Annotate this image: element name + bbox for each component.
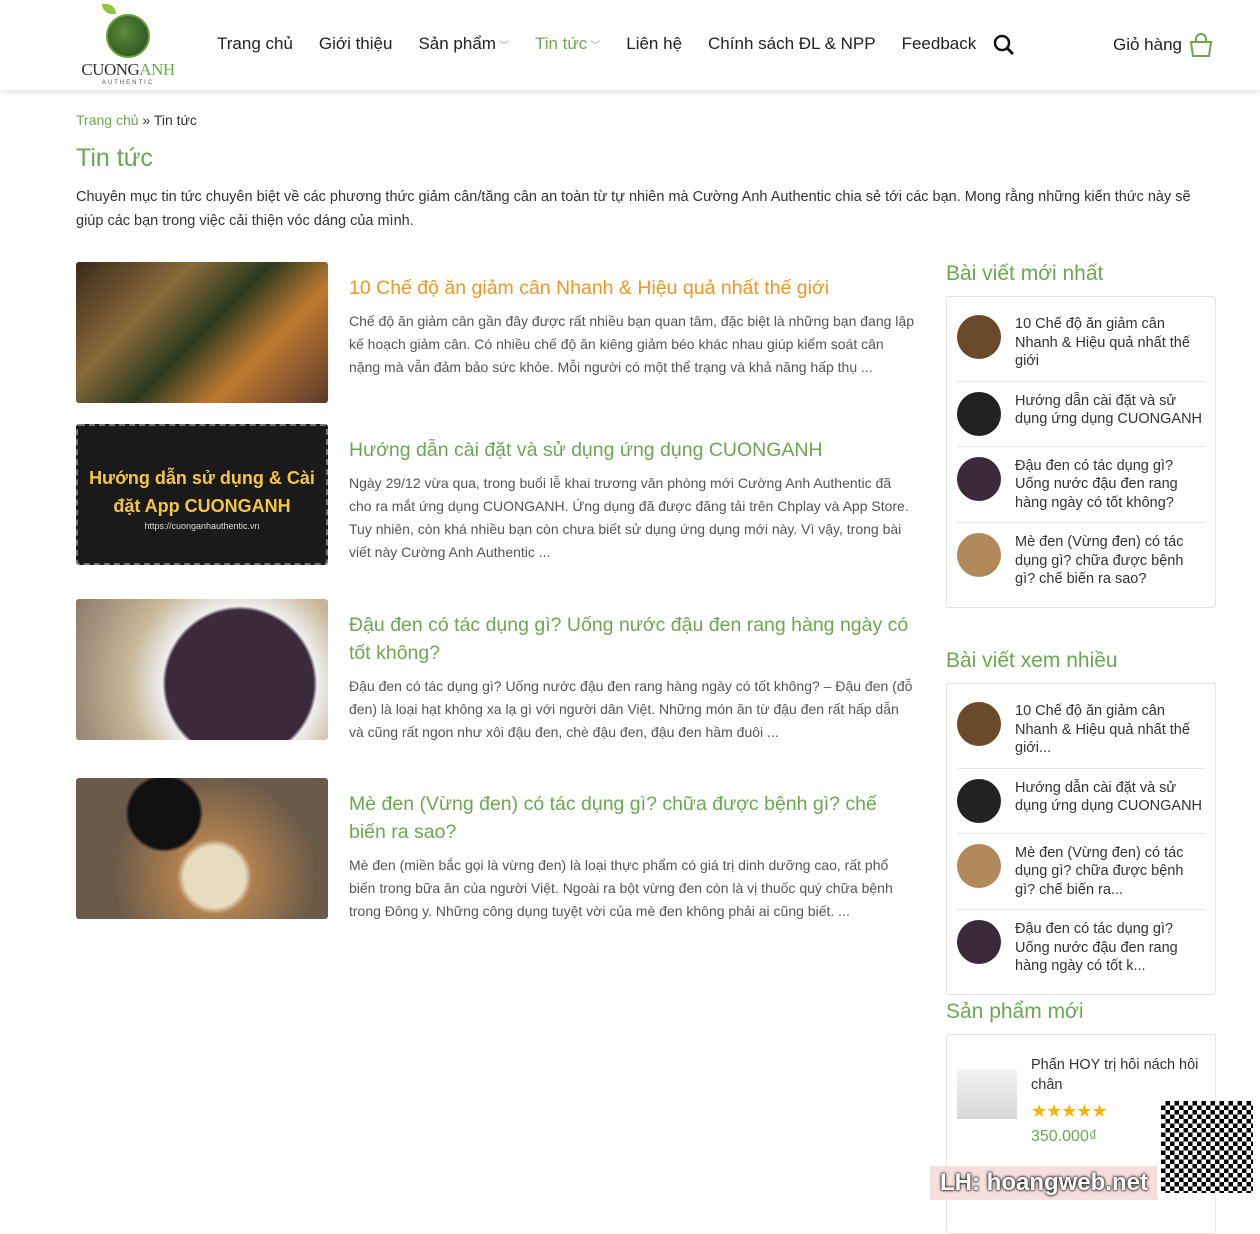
list-item[interactable]: Đậu đen có tác dụng gì? Uống nước đậu đe… bbox=[957, 447, 1205, 523]
list-item[interactable]: Mè đen (Vừng đen) có tác dụng gì? chữa đ… bbox=[957, 523, 1205, 599]
post-avatar bbox=[957, 778, 1001, 823]
post-avatar bbox=[957, 920, 1001, 964]
post-title[interactable]: Hướng dẫn cài đặt và sử dụng ứng dụng CU… bbox=[349, 436, 916, 464]
list-item[interactable]: 10 Chế độ ăn giảm cân Nhanh & Hiệu quả n… bbox=[957, 692, 1205, 769]
nav-news[interactable]: Tin tức ﹀ bbox=[535, 34, 600, 54]
leaf-icon bbox=[102, 4, 116, 14]
nav-policy[interactable]: Chính sách ĐL & NPP bbox=[708, 34, 876, 54]
list-item-title: Đậu đen có tác dụng gì? Uống nước đậu đe… bbox=[1015, 457, 1178, 511]
post-title[interactable]: Mè đen (Vừng đen) có tác dụng gì? chữa đ… bbox=[349, 790, 916, 846]
nav-contact[interactable]: Liên hệ bbox=[626, 34, 682, 54]
widget-title: Bài viết mới nhất bbox=[946, 262, 1104, 285]
list-item-title: 10 Chế độ ăn giảm cân Nhanh & Hiệu quả n… bbox=[1015, 703, 1190, 756]
breadcrumb-current: Tin tức bbox=[153, 112, 197, 128]
post-item: Đậu đen có tác dụng gì? Uống nước đậu đe… bbox=[76, 599, 916, 744]
post-excerpt: Đậu đen có tác dụng gì? Uống nước đậu đe… bbox=[349, 678, 913, 740]
nav-products[interactable]: Sản phẩm ﹀ bbox=[418, 34, 509, 54]
nav-products-label: Sản phẩm bbox=[418, 34, 496, 53]
cart-button[interactable]: Giỏ hàng bbox=[1113, 32, 1214, 58]
page-title: Tin tức bbox=[76, 144, 153, 172]
post-item: Mè đen (Vừng đen) có tác dụng gì? chữa đ… bbox=[76, 778, 916, 923]
breadcrumb-home[interactable]: Trang chủ bbox=[76, 112, 139, 128]
post-thumbnail[interactable] bbox=[76, 262, 328, 403]
post-avatar bbox=[957, 456, 1001, 501]
nav-news-label: Tin tức bbox=[534, 34, 588, 53]
post-excerpt: Ngày 29/12 vừa qua, trong buổi lễ khai t… bbox=[349, 475, 909, 560]
post-avatar bbox=[957, 391, 1001, 436]
widget-title: Bài viết xem nhiều bbox=[946, 649, 1118, 672]
nav-feedback[interactable]: Feedback bbox=[902, 34, 977, 54]
watermark-banner: LH: hoangweb.net bbox=[930, 1166, 1158, 1200]
list-item[interactable]: Hướng dẫn cài đặt và sử dụng ứng dụng CU… bbox=[957, 769, 1205, 834]
post-avatar bbox=[957, 315, 1001, 359]
list-item[interactable]: Mè đen (Vừng đen) có tác dụng gì? chữa đ… bbox=[957, 834, 1205, 910]
site-header: CUONGANH AUTHENTIC Trang chủ Giới thiệu … bbox=[0, 0, 1260, 90]
post-title[interactable]: 10 Chế độ ăn giảm cân Nhanh & Hiệu quả n… bbox=[349, 274, 916, 302]
search-icon[interactable] bbox=[993, 34, 1015, 56]
list-item-title: Hướng dẫn cài đặt và sử dụng ứng dụng CU… bbox=[1015, 392, 1203, 428]
list-item-title: 10 Chế độ ăn giảm cân Nhanh & Hiệu quả n… bbox=[1015, 316, 1190, 369]
category-intro: Chuyên mục tin tức chuyên biệt về các ph… bbox=[76, 189, 1191, 229]
thumbnail-caption: Hướng dẫn sử dụng & Cài đặt App CUONGANH bbox=[89, 468, 315, 516]
chevron-down-icon: ﹀ bbox=[590, 41, 601, 52]
list-item[interactable]: Hướng dẫn cài đặt và sử dụng ứng dụng CU… bbox=[957, 382, 1205, 447]
list-item[interactable]: 10 Chế độ ăn giảm cân Nhanh & Hiệu quả n… bbox=[957, 305, 1205, 382]
list-item-title: Mè đen (Vừng đen) có tác dụng gì? chữa đ… bbox=[1015, 534, 1184, 587]
shopping-bag-icon bbox=[1189, 33, 1213, 57]
product-name[interactable]: Phấn HOY trị hôi nách hôi chân bbox=[1031, 1055, 1205, 1095]
post-thumbnail[interactable]: Hướng dẫn sử dụng & Cài đặt App CUONGANH… bbox=[76, 424, 328, 565]
list-item-title: Đậu đen có tác dụng gì? Uống nước đậu đe… bbox=[1015, 921, 1178, 974]
post-avatar bbox=[957, 702, 1001, 746]
list-item-title: Hướng dẫn cài đặt và sử dụng ứng dụng CU… bbox=[1015, 779, 1203, 815]
logo-sub: AUTHENTIC bbox=[101, 80, 155, 86]
cart-label: Giỏ hàng bbox=[1113, 35, 1182, 54]
logo-emblem bbox=[106, 14, 150, 58]
popular-posts-widget: Bài viết xem nhiều 10 Chế độ ăn giảm cân… bbox=[946, 649, 1216, 995]
post-thumbnail[interactable] bbox=[76, 778, 328, 919]
list-item[interactable]: Đậu đen có tác dụng gì? Uống nước đậu đe… bbox=[957, 910, 1205, 986]
post-avatar bbox=[957, 843, 1001, 888]
chevron-down-icon: ﹀ bbox=[498, 41, 509, 52]
breadcrumb-separator: » bbox=[142, 112, 151, 128]
post-title[interactable]: Đậu đen có tác dụng gì? Uống nước đậu đe… bbox=[349, 611, 916, 667]
qr-code bbox=[1157, 1097, 1257, 1197]
post-excerpt: Chế độ ăn giảm cân gần đây được rất nhiề… bbox=[349, 313, 914, 375]
logo-brand: CUONGANH bbox=[81, 60, 175, 79]
nav-home[interactable]: Trang chủ bbox=[217, 34, 293, 54]
main-nav: Trang chủ Giới thiệu Sản phẩm ﹀ Tin tức ﹀ … bbox=[217, 34, 976, 54]
breadcrumb: Trang chủ » Tin tức bbox=[76, 112, 197, 128]
nav-about[interactable]: Giới thiệu bbox=[319, 34, 393, 54]
post-excerpt: Mè đen (miền bắc gọi là vừng đen) là loạ… bbox=[349, 857, 893, 919]
thumbnail-url: https://cuonganhauthentic.vn bbox=[144, 521, 260, 531]
post-item: 10 Chế độ ăn giảm cân Nhanh & Hiệu quả n… bbox=[76, 262, 916, 403]
logo[interactable]: CUONGANH AUTHENTIC bbox=[76, 4, 180, 88]
post-avatar bbox=[957, 533, 1001, 577]
post-thumbnail[interactable] bbox=[76, 599, 328, 740]
post-item: Hướng dẫn sử dụng & Cài đặt App CUONGANH… bbox=[76, 424, 916, 565]
widget-title: Sản phẩm mới bbox=[946, 1000, 1084, 1023]
post-list: 10 Chế độ ăn giảm cân Nhanh & Hiệu quả n… bbox=[76, 262, 916, 944]
product-image bbox=[957, 1069, 1017, 1119]
latest-posts-widget: Bài viết mới nhất 10 Chế độ ăn giảm cân … bbox=[946, 262, 1216, 608]
list-item-title: Mè đen (Vừng đen) có tác dụng gì? chữa đ… bbox=[1015, 844, 1184, 898]
